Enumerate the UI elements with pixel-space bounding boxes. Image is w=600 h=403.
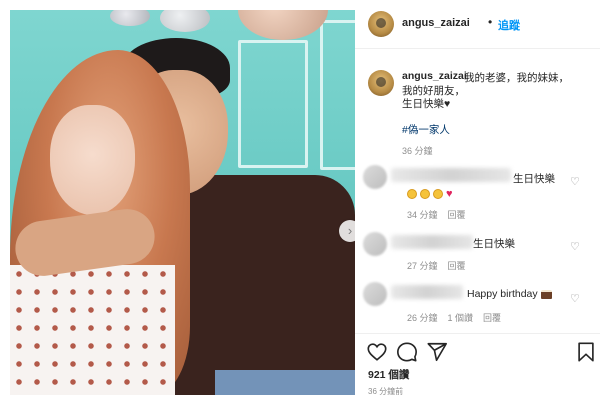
comment-text: Happy birthday <box>467 288 552 300</box>
comment-meta: 26 分鐘 1 個讚 回覆 <box>407 311 511 324</box>
avatar[interactable] <box>368 11 394 37</box>
caption-username[interactable]: angus_zaizai <box>402 70 467 82</box>
commenter-name-blurred[interactable] <box>391 285 463 299</box>
grinning-face-icon <box>433 188 443 199</box>
commenter-name-blurred[interactable] <box>391 235 473 249</box>
comment-text: 生日快樂 <box>513 173 555 185</box>
reply-button[interactable]: 回覆 <box>448 261 466 271</box>
wall-panel <box>320 20 355 170</box>
separator-dot: • <box>488 15 493 29</box>
woman-blouse <box>10 265 175 395</box>
comment-text-value: Happy birthday <box>467 288 538 300</box>
post-photo[interactable]: › <box>10 10 355 395</box>
actions-divider <box>355 333 600 334</box>
caption-time[interactable]: 36 分鐘 <box>402 144 433 157</box>
comment-time[interactable]: 34 分鐘 <box>407 210 438 220</box>
commenter-avatar-blurred[interactable] <box>363 165 387 189</box>
comment-likes[interactable]: 1 個讚 <box>448 313 474 323</box>
reply-button[interactable]: 回覆 <box>448 210 466 220</box>
reply-button[interactable]: 回覆 <box>483 313 501 323</box>
red-heart-icon: ♥ <box>446 187 453 200</box>
comment-meta: 34 分鐘 回覆 <box>407 208 476 221</box>
commenter-name-blurred[interactable] <box>391 168 511 182</box>
hashtag-link[interactable]: #偽一家人 <box>402 122 450 137</box>
comment-meta: 27 分鐘 回覆 <box>407 259 476 272</box>
comment-icon[interactable] <box>396 341 418 363</box>
comment-emoji-row: ♥ <box>407 185 453 203</box>
comment-time[interactable]: 26 分鐘 <box>407 313 438 323</box>
share-icon[interactable] <box>426 341 448 363</box>
caption-line: 生日快樂♥ <box>402 98 451 110</box>
cake-icon <box>540 289 552 299</box>
wall-panel <box>238 40 308 168</box>
likes-count[interactable]: 921 個讚 <box>368 367 409 382</box>
comment-time[interactable]: 27 分鐘 <box>407 261 438 271</box>
grinning-face-icon <box>407 188 417 199</box>
comment-like-heart-icon[interactable]: ♡ <box>570 175 580 188</box>
header-username[interactable]: angus_zaizai <box>402 17 470 29</box>
commenter-avatar-blurred[interactable] <box>363 232 387 256</box>
post-sidebar: angus_zaizai • 追蹤 angus_zaizai 我的老婆，我的妹妹… <box>355 0 600 403</box>
heart-icon[interactable] <box>366 341 388 363</box>
caption-avatar[interactable] <box>368 70 394 96</box>
caption-line: 我的老婆，我的妹妹， <box>464 72 569 84</box>
instagram-post: › angus_zaizai • 追蹤 angus_zaizai 我的老婆，我的… <box>0 0 600 403</box>
post-timestamp[interactable]: 36 分鐘前 <box>368 386 403 397</box>
comment-like-heart-icon[interactable]: ♡ <box>570 240 580 253</box>
comment-like-heart-icon[interactable]: ♡ <box>570 292 580 305</box>
man-jeans <box>215 370 355 395</box>
commenter-avatar-blurred[interactable] <box>363 282 387 306</box>
grinning-face-icon <box>420 188 430 199</box>
bookmark-icon[interactable] <box>575 341 597 363</box>
comment-text: 生日快樂 <box>473 238 515 250</box>
carousel-next-button[interactable]: › <box>339 220 355 242</box>
balloon <box>238 10 328 40</box>
woman-face <box>50 105 135 215</box>
balloon <box>160 10 210 32</box>
follow-button[interactable]: 追蹤 <box>498 17 520 33</box>
header-divider <box>355 48 600 49</box>
balloon <box>110 10 150 26</box>
